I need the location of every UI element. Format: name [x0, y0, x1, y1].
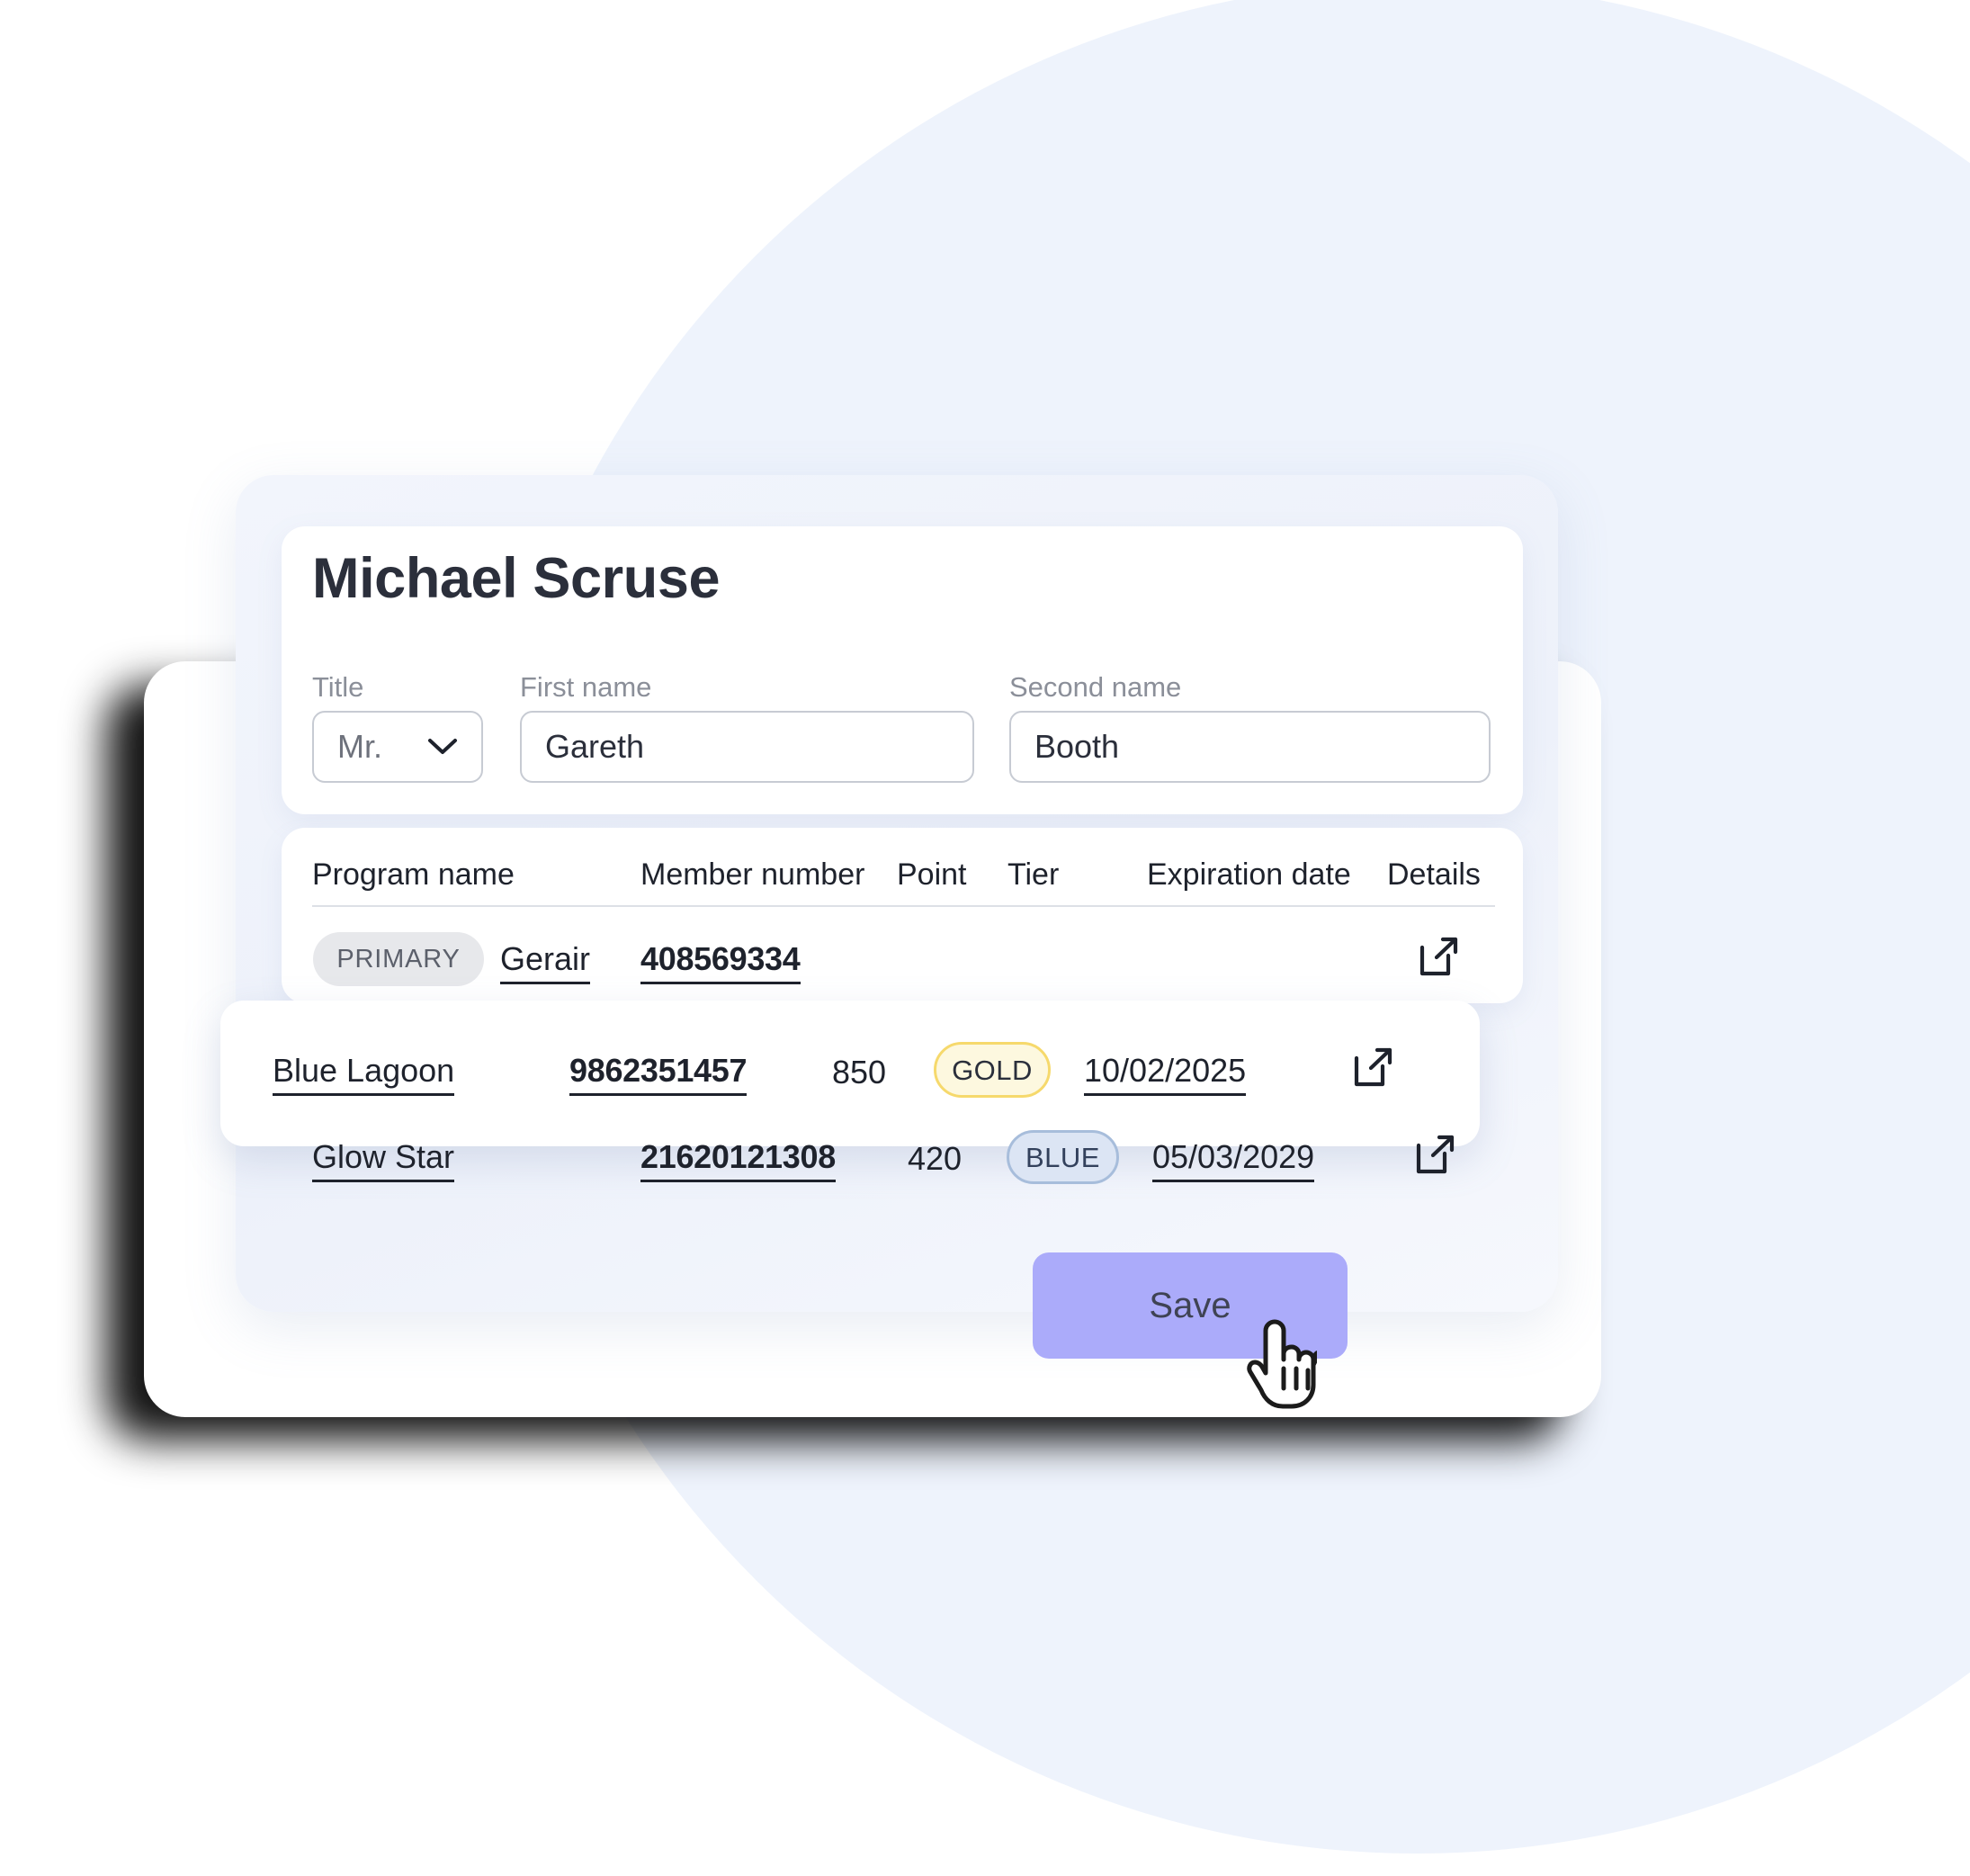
column-header-member-number: Member number [640, 857, 865, 892]
member-number-link[interactable]: 408569334 [640, 943, 801, 984]
chevron-down-icon [428, 739, 457, 754]
expiration-date-link[interactable]: 05/03/2029 [1152, 1141, 1315, 1182]
primary-badge: PRIMARY [313, 932, 484, 986]
column-header-tier: Tier [1007, 857, 1060, 892]
program-name-link[interactable]: Blue Lagoon [273, 1055, 455, 1096]
title-select-value: Mr. [337, 728, 382, 765]
external-link-icon[interactable] [1353, 1046, 1394, 1088]
point-value: 850 [832, 1054, 887, 1091]
external-link-icon[interactable] [1419, 936, 1460, 977]
point-value: 420 [908, 1140, 963, 1177]
program-name-link[interactable]: Gerair [500, 943, 591, 984]
column-header-expiration-date: Expiration date [1147, 857, 1351, 892]
table-header-divider [312, 905, 1495, 907]
column-header-details: Details [1387, 857, 1481, 892]
tier-badge-gold: GOLD [934, 1042, 1051, 1098]
page-title: Michael Scruse [312, 547, 721, 610]
column-header-program-name: Program name [312, 857, 515, 892]
second-name-value: Booth [1034, 728, 1120, 765]
save-button[interactable]: Save [1033, 1252, 1348, 1359]
title-select[interactable]: Mr. [312, 711, 483, 783]
program-name-link[interactable]: Glow Star [312, 1141, 455, 1182]
member-number-link[interactable]: 9862351457 [569, 1055, 748, 1096]
second-name-label: Second name [1009, 671, 1182, 703]
first-name-label: First name [520, 671, 652, 703]
title-field-label: Title [312, 671, 364, 703]
tier-badge-blue: BLUE [1007, 1130, 1119, 1184]
member-number-link[interactable]: 21620121308 [640, 1141, 836, 1182]
first-name-field[interactable]: Gareth [520, 711, 974, 783]
expiration-date-link[interactable]: 10/02/2025 [1084, 1055, 1247, 1096]
external-link-icon[interactable] [1415, 1134, 1456, 1175]
first-name-value: Gareth [545, 728, 645, 765]
column-header-point: Point [897, 857, 967, 892]
second-name-field[interactable]: Booth [1009, 711, 1491, 783]
